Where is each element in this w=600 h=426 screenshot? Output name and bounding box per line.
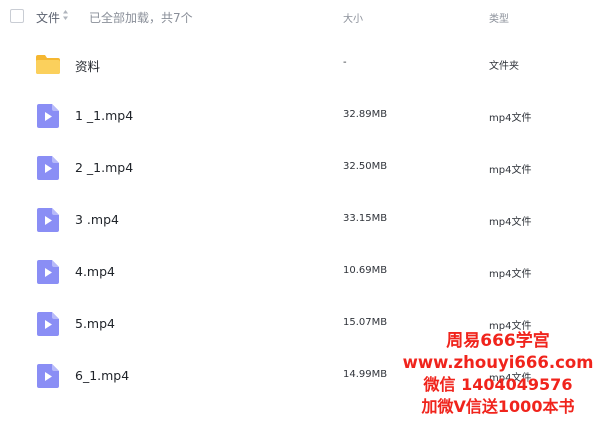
select-all-checkbox[interactable] — [10, 9, 24, 23]
loaded-count-text: 已全部加载，共7个 — [89, 11, 193, 25]
watermark-overlay: 周易666学宫 www.zhouyi666.com 微信 1404049576 … — [396, 330, 600, 418]
file-size: 14.99MB — [343, 369, 388, 380]
file-type: mp4文件 — [489, 165, 532, 176]
watermark-line: 微信 1404049576 — [423, 375, 573, 394]
file-name[interactable]: 6_1.mp4 — [75, 368, 129, 383]
file-row-folder[interactable]: 资料 - 文件夹 — [0, 38, 600, 90]
file-name[interactable]: 2 _1.mp4 — [75, 160, 133, 175]
file-name[interactable]: 4.mp4 — [75, 264, 115, 279]
watermark-line: 加微V信送1000本书 — [421, 397, 575, 416]
file-size: 15.07MB — [343, 317, 388, 328]
file-size: 10.69MB — [343, 265, 388, 276]
column-header-size[interactable]: 大小 — [343, 10, 363, 25]
file-name[interactable]: 1 _1.mp4 — [75, 108, 133, 123]
sort-icon[interactable] — [62, 8, 69, 22]
file-type: 文件夹 — [489, 61, 519, 72]
file-size: 32.89MB — [343, 109, 388, 120]
file-size: 33.15MB — [343, 213, 388, 224]
column-header-name[interactable]: 文件 — [36, 9, 60, 26]
file-name[interactable]: 资料 — [75, 56, 100, 75]
file-row[interactable]: 3 .mp4 33.15MB mp4文件 — [0, 194, 600, 246]
video-file-icon — [37, 364, 59, 388]
video-file-icon — [37, 104, 59, 128]
file-type: mp4文件 — [489, 217, 532, 228]
video-file-icon — [37, 312, 59, 336]
file-name[interactable]: 3 .mp4 — [75, 212, 119, 227]
file-row[interactable]: 1 _1.mp4 32.89MB mp4文件 — [0, 90, 600, 142]
file-type: mp4文件 — [489, 269, 532, 280]
file-size: - — [343, 57, 347, 68]
file-type: mp4文件 — [489, 113, 532, 124]
watermark-line: www.zhouyi666.com — [402, 353, 594, 372]
file-size: 32.50MB — [343, 161, 388, 172]
folder-icon — [36, 55, 60, 74]
video-file-icon — [37, 208, 59, 232]
file-name[interactable]: 5.mp4 — [75, 316, 115, 331]
column-header-type[interactable]: 类型 — [489, 10, 509, 25]
file-row[interactable]: 4.mp4 10.69MB mp4文件 — [0, 246, 600, 298]
file-list-header: 文件 已全部加载，共7个 大小 类型 — [0, 0, 600, 32]
file-row[interactable]: 2 _1.mp4 32.50MB mp4文件 — [0, 142, 600, 194]
video-file-icon — [37, 156, 59, 180]
video-file-icon — [37, 260, 59, 284]
watermark-line: 周易666学宫 — [446, 331, 550, 351]
